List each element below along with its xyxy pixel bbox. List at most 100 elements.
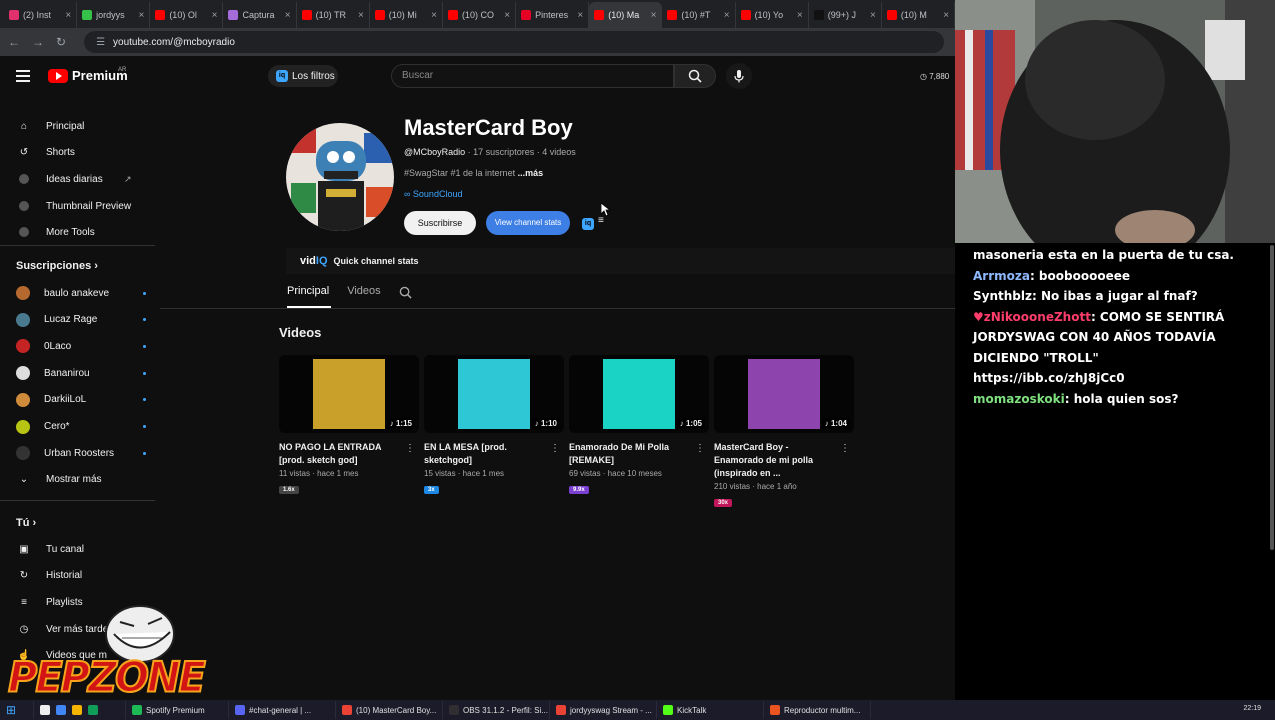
browser-tab[interactable]: (10) Ma × [589,2,663,28]
chat-username[interactable]: ♥zNikoooneZhott [973,310,1091,324]
channel-avatar[interactable] [286,123,394,231]
video-title[interactable]: NO PAGO LA ENTRADA [prod. sketch god] [279,441,404,467]
taskbar-window[interactable]: OBS 31.1.2 - Perfil: Si... [443,701,550,719]
browser-tab[interactable]: (10) Ol × [150,2,224,28]
tab-principal[interactable]: Principal [287,285,329,299]
close-tab-icon[interactable]: × [504,10,510,21]
vidiq-icon[interactable]: iq [582,218,594,230]
close-tab-icon[interactable]: × [651,10,657,21]
browser-tab[interactable]: Captura × [223,2,297,28]
view-channel-stats-button[interactable]: View channel stats [486,211,570,235]
sidebar-item[interactable]: More Tools [16,222,146,242]
menu-icon[interactable] [16,70,30,85]
video-thumbnail[interactable]: ♪ 1:15 [279,355,419,433]
url-bar[interactable]: ☰ youtube.com/@mcboyradio [84,31,945,53]
subscription-item[interactable]: Bananirou [16,363,146,383]
tab-videos[interactable]: Videos [347,285,380,299]
browser-tab[interactable]: (10) TR × [297,2,370,28]
more-options-icon[interactable]: ⋮ [695,443,705,454]
taskbar-window[interactable]: Reproductor multim... [764,701,871,719]
taskbar-window[interactable]: KickTalk [657,701,764,719]
youtube-logo[interactable]: Premium [48,68,128,83]
more-options-icon[interactable]: ⋮ [405,443,415,454]
video-card[interactable]: ♪ 1:05 Enamorado De Mi Polla [REMAKE] 69 v… [569,355,709,496]
forward-icon[interactable]: → [32,35,44,49]
subscription-item[interactable]: Cero* [16,417,146,437]
more-link[interactable]: ...más [515,168,544,178]
close-tab-icon[interactable]: × [358,10,364,21]
sidebar-item[interactable]: ⌂ Principal [16,116,146,136]
close-tab-icon[interactable]: × [285,10,291,21]
taskbar-window[interactable]: (10) MasterCard Boy... [336,701,443,719]
voice-search-button[interactable] [726,63,752,89]
taskbar-window[interactable]: Spotify Premium [126,701,229,719]
sidebar-item[interactable]: ▣ Tu canal [16,539,146,559]
video-card[interactable]: ♪ 1:10 EN LA MESA [prod. sketchgod] 15 vis… [424,355,564,496]
close-tab-icon[interactable]: × [870,10,876,21]
chat-username[interactable]: momazoskoki [973,392,1065,406]
browser-tab[interactable]: (10) M × [882,2,956,28]
video-thumbnail[interactable]: ♪ 1:04 [714,355,854,433]
close-tab-icon[interactable]: × [212,10,218,21]
you-heading[interactable]: Tú › [16,517,36,529]
chat-username[interactable]: Arrmoza [973,269,1030,283]
browser-tab[interactable]: Pinteres × [516,2,590,28]
filters-button[interactable]: iq Los filtros [268,65,338,87]
vidiq-stats-bar[interactable]: vidIQ Quick channel stats [286,248,956,274]
more-options-icon[interactable]: ⋮ [840,443,850,454]
close-tab-icon[interactable]: × [797,10,803,21]
start-button[interactable]: ⊞ [0,701,34,719]
search-input[interactable]: Buscar [391,64,674,88]
video-title[interactable]: EN LA MESA [prod. sketchgod] [424,441,549,467]
taskbar-windows: Spotify Premium #chat-general | ... (10) M… [126,701,871,719]
site-info-icon[interactable]: ☰ [96,37,105,48]
more-options-icon[interactable]: ⋮ [550,443,560,454]
video-thumbnail[interactable]: ♪ 1:10 [424,355,564,433]
video-card[interactable]: ♪ 1:04 MasterCard Boy - Enamorado de mi p… [714,355,854,509]
video-title[interactable]: Enamorado De Mi Polla [REMAKE] [569,441,694,467]
close-tab-icon[interactable]: × [431,10,437,21]
browser-tab[interactable]: (99+) J × [809,2,882,28]
channel-description[interactable]: #SwagStar #1 de la internet ...más [404,168,543,178]
video-thumbnail[interactable]: ♪ 1:05 [569,355,709,433]
reload-icon[interactable]: ↻ [56,35,66,49]
show-more-button[interactable]: ⌄ Mostrar más [16,469,146,489]
subscription-item[interactable]: Urban Roosters [16,443,146,463]
subscription-item[interactable]: baulo anakeve [16,283,146,303]
search-icon[interactable] [399,286,412,299]
subscription-item[interactable]: 0Laco [16,336,146,356]
video-card[interactable]: ♪ 1:15 NO PAGO LA ENTRADA [prod. sketch g… [279,355,419,496]
browser-tab[interactable]: (10) CO × [443,2,517,28]
subscription-item[interactable]: DarkiiLoL [16,390,146,410]
taskbar-window[interactable]: jordyyswag Stream - ... [550,701,657,719]
chat-username[interactable]: Synthblz [973,289,1032,303]
sidebar-item[interactable]: ↻ Historial [16,566,146,586]
close-tab-icon[interactable]: × [65,10,71,21]
sidebar-item[interactable]: ↺ Shorts [16,142,146,162]
sidebar-item[interactable]: Thumbnail Preview [16,196,146,216]
video-title[interactable]: MasterCard Boy - Enamorado de mi polla (… [714,441,839,480]
subscribe-button[interactable]: Suscribirse [404,211,476,235]
subscriptions-heading[interactable]: Suscripciones › [16,260,98,272]
browser-tab[interactable]: jordyys × [77,2,151,28]
browser-tab[interactable]: (10) Yo × [736,2,809,28]
back-icon[interactable]: ← [8,35,20,49]
close-tab-icon[interactable]: × [724,10,730,21]
app-icon[interactable] [72,705,82,715]
close-tab-icon[interactable]: × [138,10,144,21]
chat-text: : boobooooeee [1029,268,1130,283]
subscription-item[interactable]: Lucaz Rage [16,310,146,330]
browser-tab[interactable]: (10) #T × [662,2,736,28]
app-icon[interactable] [88,705,98,715]
app-icon[interactable] [40,705,50,715]
taskbar-window[interactable]: #chat-general | ... [229,701,336,719]
close-tab-icon[interactable]: × [577,10,583,21]
close-tab-icon[interactable]: × [943,10,949,21]
sidebar-item[interactable]: Ideas diarias ↗ [16,169,146,189]
app-icon[interactable] [56,705,66,715]
chat-scrollbar[interactable] [1270,245,1274,550]
channel-link[interactable]: ∞ SoundCloud [404,189,462,199]
browser-tab[interactable]: (2) Inst × [4,2,78,28]
search-button[interactable] [674,64,716,88]
browser-tab[interactable]: (10) Mi × [370,2,443,28]
